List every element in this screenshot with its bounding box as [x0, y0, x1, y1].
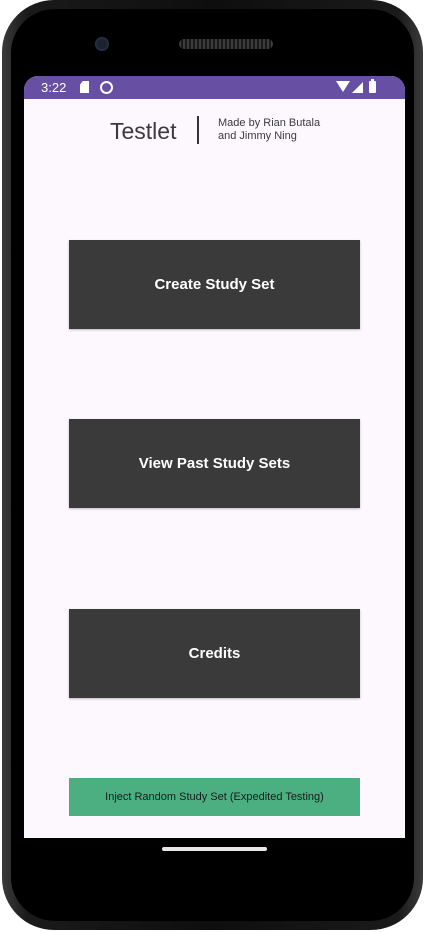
- camera-icon: [95, 37, 109, 51]
- create-study-set-button[interactable]: Create Study Set: [69, 240, 360, 329]
- face-icon: [100, 81, 113, 94]
- app-title: Testlet: [110, 118, 177, 144]
- app-screen: 3:22 Testlet Made by Rian Butala and Jim…: [24, 76, 405, 838]
- inject-random-study-set-button[interactable]: Inject Random Study Set (Expedited Testi…: [69, 778, 360, 816]
- status-bar: 3:22: [24, 76, 405, 99]
- app-subtitle: Made by Rian Butala and Jimmy Ning: [218, 117, 321, 142]
- view-past-study-sets-button[interactable]: View Past Study Sets: [69, 419, 360, 508]
- speaker-grille: [179, 39, 273, 49]
- home-gesture-handle[interactable]: [162, 847, 267, 851]
- signal-icon: [352, 82, 363, 93]
- title-divider: [197, 116, 199, 144]
- credits-button[interactable]: Credits: [69, 609, 360, 698]
- status-time: 3:22: [41, 80, 67, 95]
- sd-card-icon: [80, 81, 89, 93]
- wifi-icon: [336, 81, 350, 92]
- battery-icon: [369, 79, 376, 93]
